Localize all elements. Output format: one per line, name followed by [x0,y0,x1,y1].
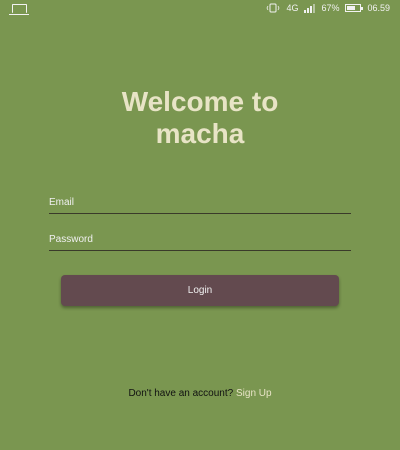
laptop-icon [9,4,29,15]
signup-question: Don't have an account? [128,388,234,399]
signup-row: Don't have an account? Sign Up [0,388,400,399]
battery-icon [345,4,364,12]
network-type: 4G [286,3,299,13]
battery-percent: 67% [321,3,340,13]
welcome-title: Welcome to macha [0,86,400,150]
email-field [49,191,351,214]
vibrate-icon [266,3,280,13]
clock: 06.59 [367,3,390,13]
password-field [49,228,351,251]
welcome-line-1: Welcome to [121,86,279,117]
status-bar: 4G 67% 06.59 [0,0,400,18]
welcome-line-2: macha [155,118,245,149]
signal-icon [304,3,316,13]
email-input[interactable] [49,191,351,213]
login-button[interactable]: Login [61,275,339,306]
password-input[interactable] [49,228,351,250]
signup-link[interactable]: Sign Up [236,388,272,399]
